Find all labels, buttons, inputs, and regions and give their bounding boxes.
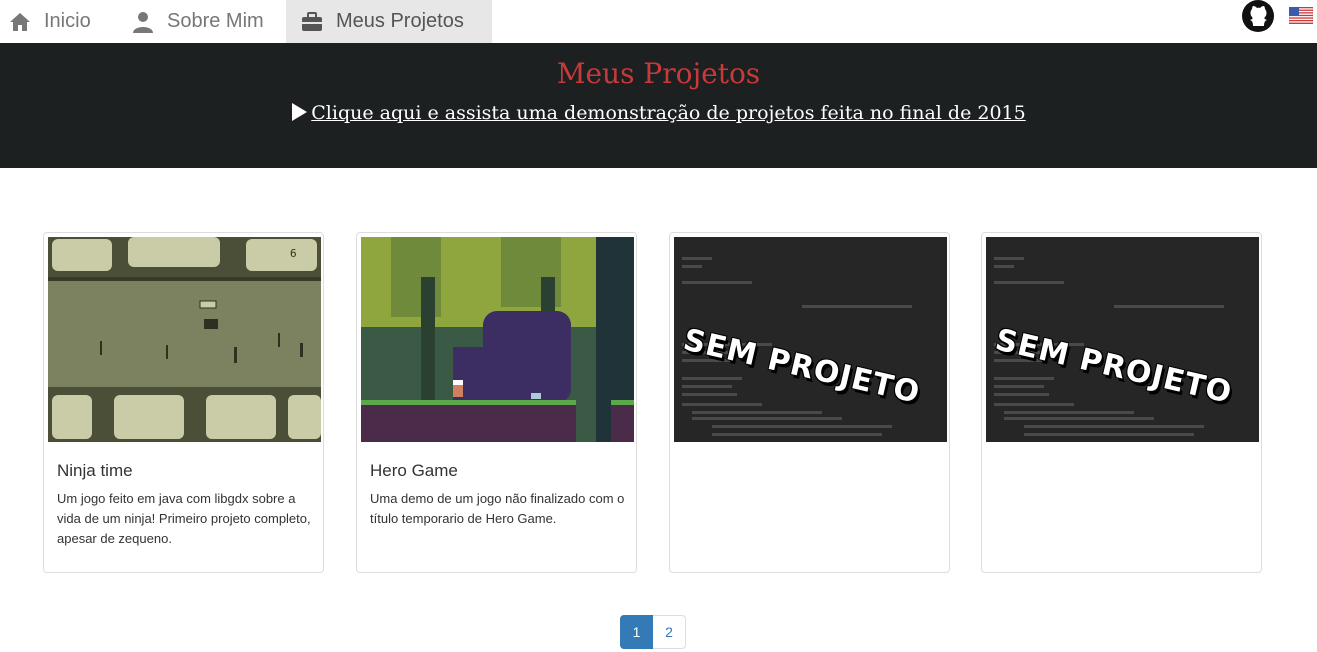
project-image-placeholder[interactable]: SEM PROJETO xyxy=(986,237,1259,442)
project-title: Hero Game xyxy=(370,461,458,480)
demo-link-text: Clique aqui e assista uma demonstração d… xyxy=(311,102,1026,124)
top-navbar: Inicio Sobre Mim Meus Projetos xyxy=(0,0,1317,43)
nav-item-label: Meus Projetos xyxy=(336,10,464,32)
project-card-empty[interactable]: SEM PROJETO xyxy=(669,232,950,573)
page-header: Meus Projetos Clique aqui e assista uma … xyxy=(0,43,1317,168)
play-icon xyxy=(292,103,308,121)
project-card[interactable]: Hero Game Uma demo de um jogo não finali… xyxy=(356,232,637,573)
project-description: Uma demo de um jogo não finalizado com o… xyxy=(370,491,625,526)
project-card-empty[interactable]: SEM PROJETO xyxy=(981,232,1262,573)
page-2-button[interactable]: 2 xyxy=(653,615,686,649)
project-image-placeholder[interactable]: SEM PROJETO xyxy=(674,237,947,442)
page-title: Meus Projetos xyxy=(556,57,761,90)
nav-item-label: Sobre Mim xyxy=(167,10,264,32)
github-icon[interactable] xyxy=(1241,0,1275,32)
briefcase-icon xyxy=(302,11,322,31)
page-1-button[interactable]: 1 xyxy=(620,615,653,649)
nav-item-sobre-mim[interactable]: Sobre Mim xyxy=(131,0,278,43)
nav-item-meus-projetos[interactable]: Meus Projetos xyxy=(286,0,492,43)
demo-video-link[interactable]: Clique aqui e assista uma demonstração d… xyxy=(0,102,1317,124)
project-image-ninja-time[interactable]: 6 xyxy=(48,237,321,442)
project-title: Ninja time xyxy=(57,461,133,480)
nav-item-inicio[interactable]: Inicio xyxy=(8,0,105,43)
pagination: 1 2 xyxy=(620,615,686,649)
project-description: Um jogo feito em java com libgdx sobre a… xyxy=(57,491,311,546)
project-card[interactable]: 6 Ninja time Um jogo feito em java com l… xyxy=(43,232,324,573)
user-icon xyxy=(133,11,153,33)
svg-text:6: 6 xyxy=(290,247,297,260)
home-icon xyxy=(10,12,30,31)
nav-item-label: Inicio xyxy=(44,10,91,32)
project-image-hero-game[interactable] xyxy=(361,237,634,442)
us-flag-icon[interactable] xyxy=(1289,7,1313,24)
